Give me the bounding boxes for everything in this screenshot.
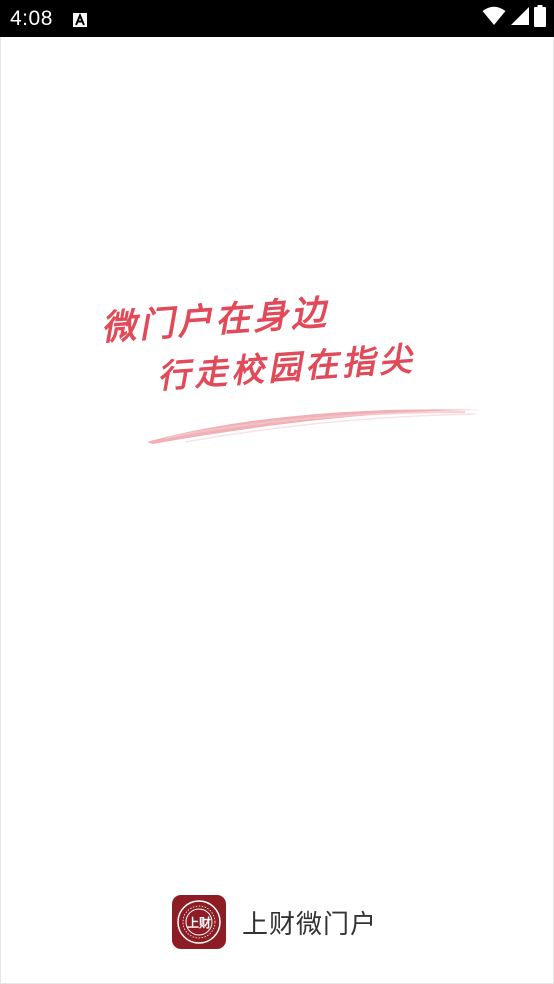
status-icons [482,5,546,31]
brand: 上财 上财微门户 [172,895,377,949]
brush-stroke-decoration [147,409,483,444]
wifi-icon [482,6,506,30]
cell-signal-icon [510,6,530,30]
status-bar: 4:08 [0,0,554,37]
app-name: 上财微门户 [242,909,378,940]
battery-icon [534,5,546,31]
font-a-icon [73,12,87,27]
status-time: 4:08 [10,7,53,30]
splash-screen [0,37,554,984]
university-seal-icon: 上财 [172,895,226,949]
seal-text: 上财 [187,915,211,930]
slogan: 微门户在身边 行走校园在指尖 [95,280,490,455]
